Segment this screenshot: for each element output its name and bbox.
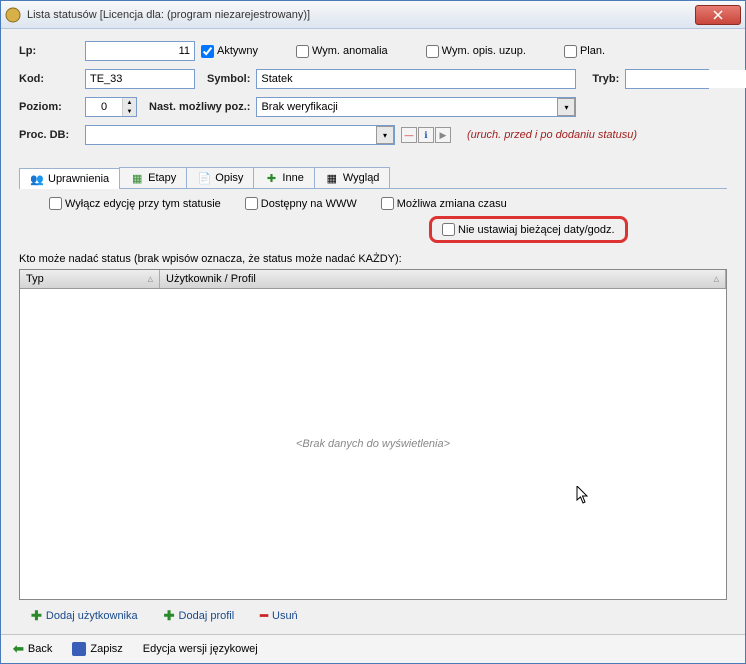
wym-opis-check[interactable]: Wym. opis. uzup. [426,45,526,58]
wym-anomalia-check[interactable]: Wym. anomalia [296,45,388,58]
col-user[interactable]: Użytkownik / Profil△ [160,270,726,288]
plus-icon: ✚ [164,608,175,624]
stages-icon: ▦ [130,171,144,185]
close-icon [713,10,723,20]
lp-label: Lp: [19,45,79,57]
close-button[interactable] [695,5,741,25]
doc-icon: 📄 [197,171,211,185]
language-edit-button[interactable]: Edycja wersji językowej [143,643,258,655]
minus-icon: ━ [260,608,268,624]
proc-remove-icon[interactable]: — [401,127,417,143]
nast-select[interactable]: ▾ [256,97,576,117]
back-arrow-icon: ⬅ [13,641,24,657]
grid-icon: ▦ [325,171,339,185]
tab-etapy[interactable]: ▦Etapy [119,167,187,188]
kod-input[interactable] [85,69,195,89]
lp-input[interactable] [85,41,195,61]
highlight-box: Nie ustawiaj bieżącej daty/godz. [429,216,628,243]
proc-note: (uruch. przed i po dodaniu statusu) [467,129,637,141]
dostepny-www-check[interactable]: Dostępny na WWW [245,197,357,210]
tab-inne[interactable]: ✚Inne [253,167,314,188]
permissions-table: Typ△ Użytkownik / Profil△ <Brak danych d… [19,269,727,600]
nie-ustawiaj-check[interactable]: Nie ustawiaj bieżącej daty/godz. [442,223,615,236]
mozliwa-zmiana-check[interactable]: Możliwa zmiana czasu [381,197,507,210]
footer: ⬅Back Zapisz Edycja wersji językowej [1,634,745,663]
tab-uprawnienia[interactable]: 👥Uprawnienia [19,168,120,189]
save-button[interactable]: Zapisz [72,642,122,656]
sort-icon: △ [714,275,719,283]
chevron-down-icon[interactable]: ▾ [376,126,394,144]
aktywny-check[interactable]: Aktywny [201,45,258,58]
nast-label: Nast. możliwy poz.: [149,101,250,113]
spin-down-icon[interactable]: ▼ [122,107,136,116]
back-button[interactable]: ⬅Back [13,641,52,657]
kod-label: Kod: [19,73,79,85]
poziom-spinner[interactable]: ▲▼ [85,97,137,117]
window-title: Lista statusów [Licencja dla: (program n… [27,9,695,21]
col-typ[interactable]: Typ△ [20,270,160,288]
proc-exec-icon[interactable]: ▶ [435,127,451,143]
users-icon: 👥 [30,172,44,186]
table-subtitle: Kto może nadać status (brak wpisów oznac… [19,253,727,265]
tab-wyglad[interactable]: ▦Wygląd [314,167,391,188]
tabs: 👥Uprawnienia ▦Etapy 📄Opisy ✚Inne ▦Wygląd [19,167,727,189]
table-empty: <Brak danych do wyświetlenia> [20,289,726,599]
app-icon [5,7,21,23]
sort-icon: △ [148,275,153,283]
delete-button[interactable]: ━Usuń [260,608,298,624]
save-icon [72,642,86,656]
spin-up-icon[interactable]: ▲ [122,98,136,107]
wylacz-edycje-check[interactable]: Wyłącz edycję przy tym statusie [49,197,221,210]
symbol-label: Symbol: [207,73,250,85]
tryb-select[interactable]: ▾ [625,69,709,89]
proc-db-label: Proc. DB: [19,129,79,141]
plan-check[interactable]: Plan. [564,45,605,58]
tab-opisy[interactable]: 📄Opisy [186,167,254,188]
add-profile-button[interactable]: ✚Dodaj profil [164,608,235,624]
add-user-button[interactable]: ✚Dodaj użytkownika [31,608,138,624]
chevron-down-icon[interactable]: ▾ [557,98,575,116]
puzzle-icon: ✚ [264,171,278,185]
proc-info-icon[interactable]: ℹ [418,127,434,143]
plus-icon: ✚ [31,608,42,624]
tryb-label: Tryb: [592,73,619,85]
table-header: Typ△ Użytkownik / Profil△ [20,270,726,289]
titlebar: Lista statusów [Licencja dla: (program n… [1,1,745,29]
proc-db-input[interactable]: ▾ [85,125,395,145]
symbol-input[interactable] [256,69,576,89]
poziom-label: Poziom: [19,101,79,113]
